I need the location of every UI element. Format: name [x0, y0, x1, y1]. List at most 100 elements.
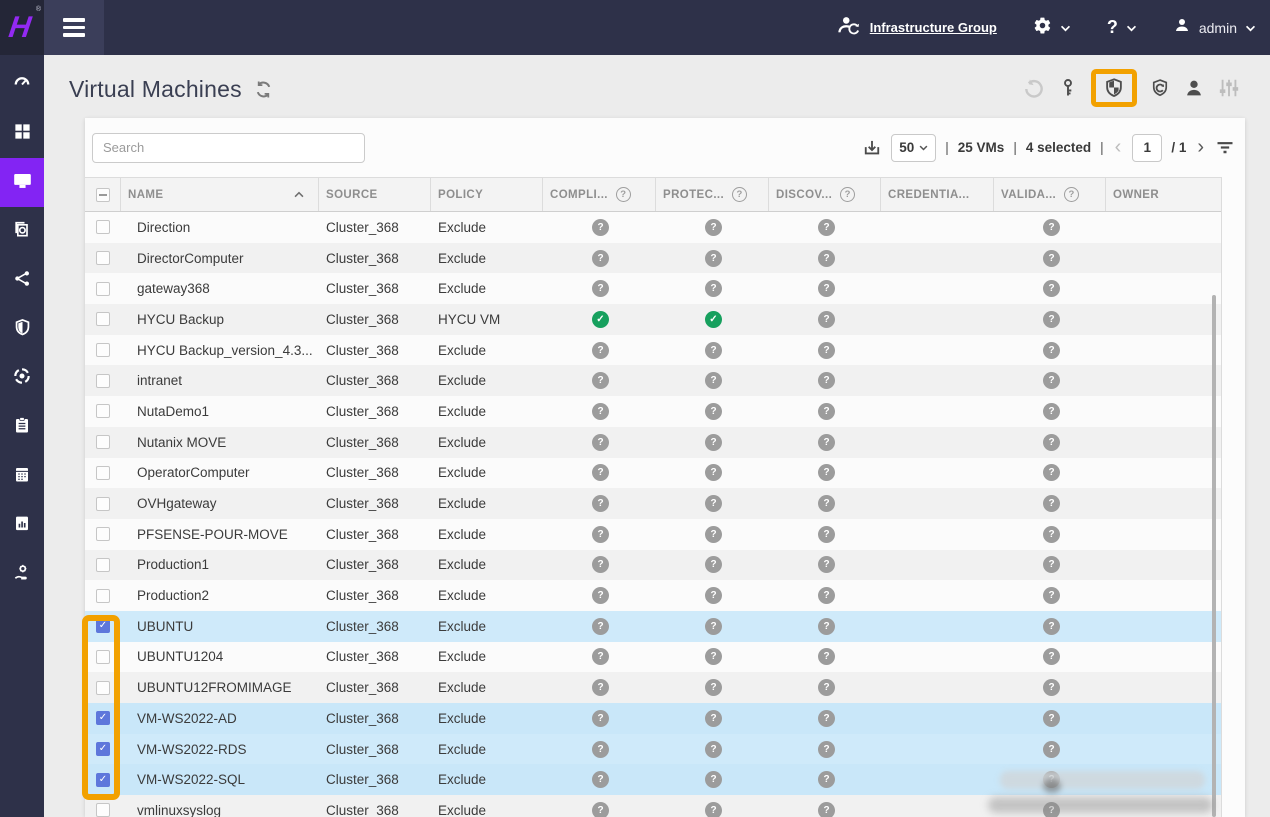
- validation-unknown-icon[interactable]: ?: [1043, 403, 1060, 420]
- column-header-validation[interactable]: VALIDA...?: [993, 178, 1105, 211]
- table-row[interactable]: ✓ NutaDemo1 Cluster_368 Exclude ? ? ? ?: [85, 396, 1221, 427]
- compliance-unknown-icon[interactable]: ?: [592, 771, 609, 788]
- table-row[interactable]: ✓ OVHgateway Cluster_368 Exclude ? ? ? ?: [85, 488, 1221, 519]
- pager-prev-button[interactable]: ‹: [1113, 136, 1124, 159]
- hycu-logo[interactable]: H ®: [0, 0, 44, 55]
- column-header-protection[interactable]: PROTEC...?: [655, 178, 768, 211]
- vm-name-cell[interactable]: UBUNTU: [120, 619, 318, 634]
- page-number-input[interactable]: 1: [1132, 134, 1162, 162]
- infrastructure-group-link[interactable]: Infrastructure Group: [836, 14, 997, 41]
- protection-unknown-icon[interactable]: ?: [705, 495, 722, 512]
- row-checkbox[interactable]: ✓: [96, 282, 110, 296]
- page-size-select[interactable]: 50: [891, 134, 936, 162]
- discovery-unknown-icon[interactable]: ?: [818, 587, 835, 604]
- row-checkbox[interactable]: ✓: [96, 589, 110, 603]
- row-checkbox[interactable]: ✓: [96, 711, 110, 725]
- protection-unknown-icon[interactable]: ?: [705, 434, 722, 451]
- discovery-unknown-icon[interactable]: ?: [818, 741, 835, 758]
- protection-unknown-icon[interactable]: ?: [705, 219, 722, 236]
- discovery-unknown-icon[interactable]: ?: [818, 372, 835, 389]
- hamburger-menu-button[interactable]: [44, 0, 104, 55]
- compliance-unknown-icon[interactable]: ?: [592, 434, 609, 451]
- validation-unknown-icon[interactable]: ?: [1043, 280, 1060, 297]
- column-header-compliance[interactable]: COMPLI...?: [542, 178, 655, 211]
- sidebar-item-reports[interactable]: [0, 501, 44, 550]
- validation-unknown-icon[interactable]: ?: [1043, 464, 1060, 481]
- help-circle-icon[interactable]: ?: [840, 187, 855, 202]
- discovery-unknown-icon[interactable]: ?: [818, 464, 835, 481]
- table-row[interactable]: ✓ HYCU Backup Cluster_368 HYCU VM ✓ ✓ ? …: [85, 304, 1221, 335]
- sidebar-item-dashboard[interactable]: [0, 60, 44, 109]
- discovery-unknown-icon[interactable]: ?: [818, 679, 835, 696]
- protection-unknown-icon[interactable]: ?: [705, 372, 722, 389]
- sidebar-item-targets[interactable]: [0, 354, 44, 403]
- protection-unknown-icon[interactable]: ?: [705, 250, 722, 267]
- table-row[interactable]: ✓ gateway368 Cluster_368 Exclude ? ? ? ?: [85, 273, 1221, 304]
- vm-name-cell[interactable]: OperatorComputer: [120, 465, 318, 480]
- compliance-unknown-icon[interactable]: ?: [592, 250, 609, 267]
- compliance-unknown-icon[interactable]: ?: [592, 526, 609, 543]
- protection-unknown-icon[interactable]: ?: [705, 618, 722, 635]
- validation-unknown-icon[interactable]: ?: [1043, 372, 1060, 389]
- vm-name-cell[interactable]: PFSENSE-POUR-MOVE: [120, 527, 318, 542]
- vm-name-cell[interactable]: vmlinuxsyslog: [120, 803, 318, 817]
- vm-name-cell[interactable]: intranet: [120, 373, 318, 388]
- vm-name-cell[interactable]: OVHgateway: [120, 496, 318, 511]
- select-all-checkbox[interactable]: [96, 188, 110, 202]
- discovery-unknown-icon[interactable]: ?: [818, 311, 835, 328]
- validation-unknown-icon[interactable]: ?: [1043, 219, 1060, 236]
- row-checkbox[interactable]: ✓: [96, 558, 110, 572]
- protection-ok-icon[interactable]: ✓: [705, 311, 722, 328]
- column-header-name[interactable]: NAME: [120, 178, 318, 211]
- user-menu[interactable]: admin: [1173, 16, 1256, 39]
- protection-unknown-icon[interactable]: ?: [705, 679, 722, 696]
- table-row[interactable]: ✓ VM-WS2022-AD Cluster_368 Exclude ? ? ?…: [85, 703, 1221, 734]
- protection-unknown-icon[interactable]: ?: [705, 648, 722, 665]
- validation-unknown-icon[interactable]: ?: [1043, 495, 1060, 512]
- row-checkbox[interactable]: ✓: [96, 435, 110, 449]
- validation-unknown-icon[interactable]: ?: [1043, 587, 1060, 604]
- vm-name-cell[interactable]: VM-WS2022-RDS: [120, 742, 318, 757]
- vm-name-cell[interactable]: Production2: [120, 588, 318, 603]
- discovery-unknown-icon[interactable]: ?: [818, 802, 835, 817]
- vm-name-cell[interactable]: NutaDemo1: [120, 404, 318, 419]
- protection-unknown-icon[interactable]: ?: [705, 710, 722, 727]
- protection-unknown-icon[interactable]: ?: [705, 526, 722, 543]
- row-checkbox[interactable]: ✓: [96, 343, 110, 357]
- table-row[interactable]: ✓ VM-WS2022-RDS Cluster_368 Exclude ? ? …: [85, 734, 1221, 765]
- row-checkbox[interactable]: ✓: [96, 312, 110, 326]
- discovery-unknown-icon[interactable]: ?: [818, 618, 835, 635]
- row-checkbox[interactable]: ✓: [96, 681, 110, 695]
- row-checkbox[interactable]: ✓: [96, 742, 110, 756]
- sidebar-item-administration[interactable]: [0, 550, 44, 599]
- pager-next-button[interactable]: ›: [1195, 136, 1206, 159]
- sidebar-item-events[interactable]: [0, 452, 44, 501]
- owner-icon[interactable]: [1183, 77, 1205, 99]
- discovery-unknown-icon[interactable]: ?: [818, 648, 835, 665]
- protection-unknown-icon[interactable]: ?: [705, 280, 722, 297]
- validation-unknown-icon[interactable]: ?: [1043, 526, 1060, 543]
- discovery-unknown-icon[interactable]: ?: [818, 771, 835, 788]
- help-menu[interactable]: ?: [1107, 17, 1137, 38]
- vertical-scrollbar-thumb[interactable]: [1212, 295, 1216, 817]
- vm-name-cell[interactable]: DirectorComputer: [120, 251, 318, 266]
- filter-list-icon[interactable]: [1215, 138, 1235, 157]
- sidebar-item-virtual-machines[interactable]: [0, 158, 44, 207]
- discovery-unknown-icon[interactable]: ?: [818, 403, 835, 420]
- discovery-unknown-icon[interactable]: ?: [818, 280, 835, 297]
- validation-unknown-icon[interactable]: ?: [1043, 250, 1060, 267]
- table-row[interactable]: ✓ Production2 Cluster_368 Exclude ? ? ? …: [85, 580, 1221, 611]
- table-row[interactable]: ✓ OperatorComputer Cluster_368 Exclude ?…: [85, 458, 1221, 489]
- vm-name-cell[interactable]: Production1: [120, 557, 318, 572]
- sidebar-item-file-search[interactable]: [0, 207, 44, 256]
- protection-unknown-icon[interactable]: ?: [705, 464, 722, 481]
- help-circle-icon[interactable]: ?: [616, 187, 631, 202]
- column-header-owner[interactable]: OWNER: [1105, 178, 1222, 211]
- protection-unknown-icon[interactable]: ?: [705, 587, 722, 604]
- vm-name-cell[interactable]: VM-WS2022-AD: [120, 711, 318, 726]
- validation-unknown-icon[interactable]: ?: [1043, 710, 1060, 727]
- vm-name-cell[interactable]: VM-WS2022-SQL: [120, 772, 318, 787]
- row-checkbox[interactable]: ✓: [96, 220, 110, 234]
- compliance-unknown-icon[interactable]: ?: [592, 741, 609, 758]
- vm-name-cell[interactable]: Nutanix MOVE: [120, 435, 318, 450]
